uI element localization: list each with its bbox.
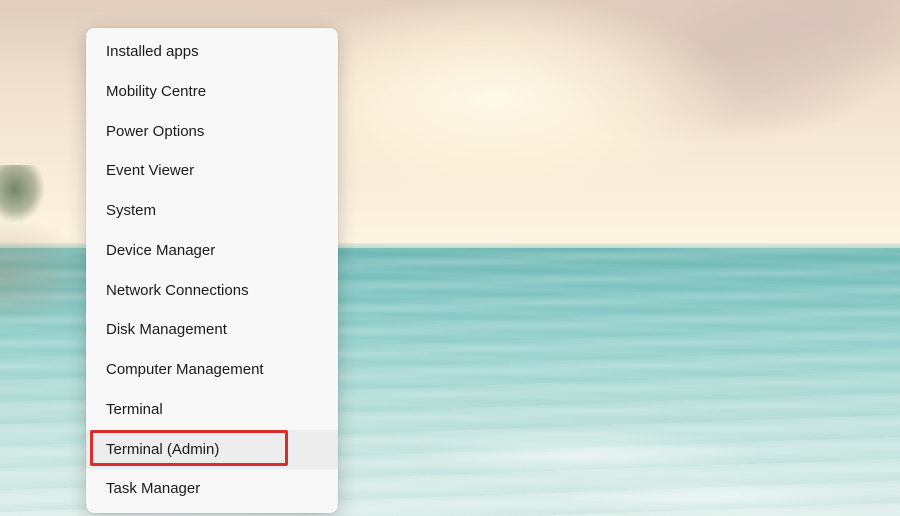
menu-item-power-options[interactable]: Power Options bbox=[86, 112, 338, 152]
menu-item-terminal-admin[interactable]: Terminal (Admin) bbox=[86, 430, 338, 470]
winx-context-menu: Installed apps Mobility Centre Power Opt… bbox=[86, 28, 338, 513]
desktop-wallpaper-tree bbox=[0, 165, 50, 225]
menu-item-disk-management[interactable]: Disk Management bbox=[86, 310, 338, 350]
menu-item-installed-apps[interactable]: Installed apps bbox=[86, 32, 338, 72]
menu-item-task-manager[interactable]: Task Manager bbox=[86, 469, 338, 509]
menu-item-terminal[interactable]: Terminal bbox=[86, 390, 338, 430]
menu-item-event-viewer[interactable]: Event Viewer bbox=[86, 151, 338, 191]
menu-item-computer-management[interactable]: Computer Management bbox=[86, 350, 338, 390]
menu-item-mobility-centre[interactable]: Mobility Centre bbox=[86, 72, 338, 112]
menu-item-system[interactable]: System bbox=[86, 191, 338, 231]
menu-item-device-manager[interactable]: Device Manager bbox=[86, 231, 338, 271]
menu-item-network-connections[interactable]: Network Connections bbox=[86, 271, 338, 311]
